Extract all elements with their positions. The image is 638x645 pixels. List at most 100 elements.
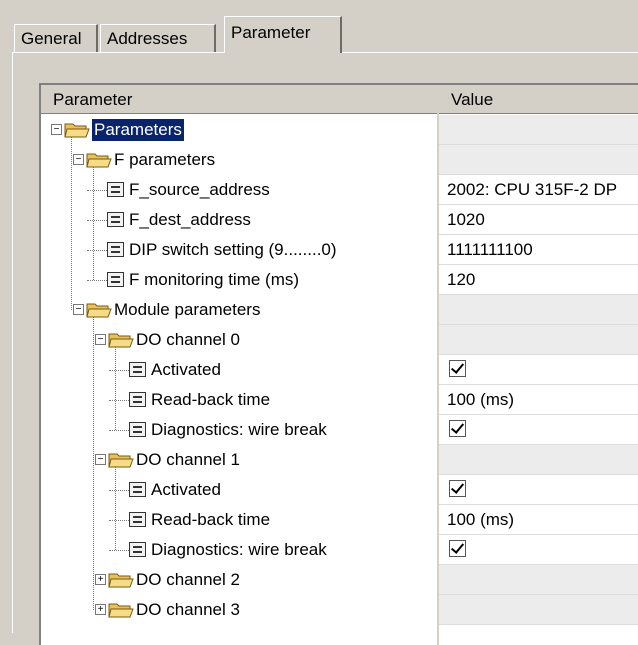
folder-icon: [86, 151, 112, 169]
collapse-toggle-icon[interactable]: −: [95, 454, 106, 465]
tab-addresses[interactable]: Addresses: [100, 24, 216, 52]
tree-row-label[interactable]: DO channel 1: [136, 449, 240, 471]
tree-row-label[interactable]: Parameters: [92, 119, 184, 141]
tree-row-label[interactable]: F parameters: [114, 149, 215, 171]
collapse-toggle-icon[interactable]: −: [73, 154, 84, 165]
value-cell[interactable]: [439, 535, 638, 565]
tab-parameter-label: Parameter: [231, 23, 311, 42]
tab-general[interactable]: General: [14, 24, 98, 52]
tree-branch-line: [87, 250, 107, 251]
parameter-item-icon: [107, 242, 124, 257]
tree-row[interactable]: + DO channel 3: [41, 595, 638, 625]
folder-icon: [108, 601, 134, 619]
tree-row[interactable]: Diagnostics: wire break: [41, 535, 638, 565]
value-cell[interactable]: [439, 475, 638, 505]
value-text: 120: [447, 270, 476, 289]
tree-row-label[interactable]: F_dest_address: [129, 209, 251, 231]
tree-row[interactable]: − Parameters: [41, 115, 638, 145]
tree-row-label[interactable]: DIP switch setting (9........0): [129, 239, 337, 261]
value-cell: [439, 325, 638, 355]
value-text: 1111111100: [447, 240, 533, 259]
column-header-value[interactable]: Value: [439, 85, 638, 114]
tree-row-label[interactable]: DO channel 2: [136, 569, 240, 591]
column-header-parameter[interactable]: Parameter: [41, 85, 438, 114]
parameter-item-icon: [129, 542, 146, 557]
checkbox-checked-icon[interactable]: [449, 540, 466, 557]
tree-branch-line: [109, 520, 129, 521]
tree-row-label[interactable]: Activated: [151, 479, 221, 501]
tree-branch-line: [109, 370, 129, 371]
tree-branch-line: [109, 550, 129, 551]
tree-row[interactable]: − Module parameters: [41, 295, 638, 325]
parameter-item-icon: [107, 272, 124, 287]
checkbox-checked-icon[interactable]: [449, 420, 466, 437]
tree-row-label[interactable]: Activated: [151, 359, 221, 381]
tree-row-label[interactable]: Read-back time: [151, 389, 270, 411]
checkbox-checked-icon[interactable]: [449, 360, 466, 377]
tree-row[interactable]: Activated: [41, 475, 638, 505]
tree-branch-line: [109, 490, 129, 491]
value-text: 2002: CPU 315F-2 DP: [447, 180, 618, 199]
checkbox-checked-icon[interactable]: [449, 480, 466, 497]
tree-row[interactable]: + DO channel 2: [41, 565, 638, 595]
parameter-item-icon: [107, 182, 124, 197]
value-cell[interactable]: 100 (ms): [439, 385, 638, 415]
tree-branch-line: [87, 280, 107, 281]
tree-row[interactable]: Diagnostics: wire break: [41, 415, 638, 445]
tree-branch-line: [87, 220, 107, 221]
value-cell[interactable]: 120: [439, 265, 638, 295]
value-cell[interactable]: [439, 355, 638, 385]
tree-row-label[interactable]: Module parameters: [114, 299, 260, 321]
tree-row[interactable]: − DO channel 0: [41, 325, 638, 355]
value-cell: [439, 115, 638, 145]
tree-row-label[interactable]: Diagnostics: wire break: [151, 539, 327, 561]
value-cell: [439, 565, 638, 595]
tree-row[interactable]: F_dest_address 1020: [41, 205, 638, 235]
expand-toggle-icon[interactable]: +: [95, 574, 106, 585]
value-cell[interactable]: 1020: [439, 205, 638, 235]
value-cell: [439, 145, 638, 175]
tree-row-label[interactable]: Read-back time: [151, 509, 270, 531]
tree-row-label[interactable]: F_source_address: [129, 179, 270, 201]
folder-icon: [108, 571, 134, 589]
tree-row[interactable]: DIP switch setting (9........0) 111111110…: [41, 235, 638, 265]
value-text: 100 (ms): [447, 510, 515, 529]
tree-row[interactable]: F_source_address 2002: CPU 315F-2 DP: [41, 175, 638, 205]
tree-row[interactable]: Read-back time 100 (ms): [41, 505, 638, 535]
tree-row-label[interactable]: DO channel 3: [136, 599, 240, 621]
value-cell[interactable]: 100 (ms): [439, 505, 638, 535]
tree-row-label[interactable]: F monitoring time (ms): [129, 269, 299, 291]
tree-row-label[interactable]: DO channel 0: [136, 329, 240, 351]
tree-branch-line: [109, 400, 129, 401]
tree-branch-line: [87, 190, 107, 191]
value-cell[interactable]: 1111111100: [439, 235, 638, 265]
folder-icon: [64, 121, 90, 139]
expand-toggle-icon[interactable]: +: [95, 604, 106, 615]
tree-row[interactable]: Activated: [41, 355, 638, 385]
tab-addresses-label: Addresses: [107, 29, 188, 48]
tree-row-label[interactable]: Diagnostics: wire break: [151, 419, 327, 441]
parameter-item-icon: [129, 482, 146, 497]
folder-icon: [86, 301, 112, 319]
value-cell[interactable]: [439, 415, 638, 445]
collapse-toggle-icon[interactable]: −: [95, 334, 106, 345]
value-text: 1020: [447, 210, 485, 229]
tab-parameter[interactable]: Parameter: [224, 16, 342, 53]
value-text: 100 (ms): [447, 390, 515, 409]
parameter-grid: Parameter Value − Parameters − F parameters…: [39, 83, 638, 645]
folder-icon: [108, 331, 134, 349]
tab-general-label: General: [21, 29, 82, 48]
value-cell: [439, 445, 638, 475]
tree-row[interactable]: F monitoring time (ms) 120: [41, 265, 638, 295]
tree-row[interactable]: − F parameters: [41, 145, 638, 175]
parameter-item-icon: [107, 212, 124, 227]
value-cell[interactable]: 2002: CPU 315F-2 DP: [439, 175, 638, 205]
value-cell: [439, 595, 638, 625]
tree-row[interactable]: Read-back time 100 (ms): [41, 385, 638, 415]
value-cell: [439, 295, 638, 325]
collapse-toggle-icon[interactable]: −: [73, 304, 84, 315]
parameter-item-icon: [129, 422, 146, 437]
tree-row[interactable]: − DO channel 1: [41, 445, 638, 475]
collapse-toggle-icon[interactable]: −: [51, 124, 62, 135]
column-header-value-label: Value: [451, 90, 494, 109]
